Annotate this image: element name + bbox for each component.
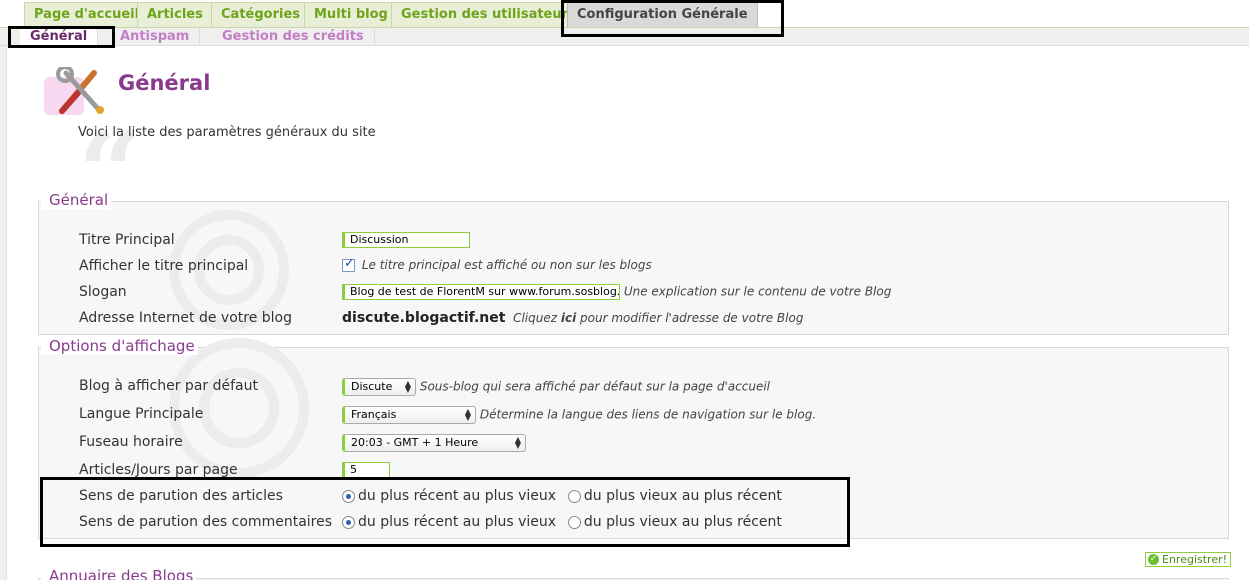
subtab-antispam[interactable]: Antispam [110, 28, 201, 46]
blog-defaut-value: Discute [351, 380, 393, 393]
label-adresse-blog: Adresse Internet de votre blog [79, 310, 293, 326]
checkmark-icon: ✓ [1148, 554, 1159, 565]
slogan-wrap: Blog de test de FlorentM sur www.forum.s… [342, 284, 891, 300]
sens-commentaires-vieux-label: du plus vieux au plus récent [583, 514, 782, 530]
url-edit-link[interactable]: ici [561, 311, 576, 325]
titre-principal-field-wrap: Discussion [342, 232, 470, 248]
fuseau-wrap: 20:03 - GMT + 1 Heure ▲ ▼ [342, 434, 526, 452]
sens-articles-recent-radio[interactable] [342, 489, 355, 503]
label-sens-articles: Sens de parution des articles [79, 488, 283, 504]
blog-defaut-hint: Sous-blog qui sera affiché par défaut su… [419, 379, 770, 394]
sens-commentaires-recent-label: du plus récent au plus vieux [358, 514, 557, 530]
page-title: Général [118, 71, 211, 95]
blog-defaut-wrap: Discute ▲ ▼ Sous-blog qui sera affiché par… [342, 378, 770, 396]
url-hint-before: Cliquez [513, 311, 558, 325]
tab-categories[interactable]: Catégories [211, 2, 311, 27]
slogan-hint: Une explication sur le contenu de votre … [623, 284, 892, 299]
articles-par-page-wrap: 5 [342, 462, 390, 478]
save-button-label: Enregistrer! [1162, 553, 1228, 566]
tab-gestion-utilisateurs[interactable]: Gestion des utilisateurs [391, 2, 586, 27]
label-articles-par-page: Articles/Jours par page [79, 462, 238, 478]
select-arrows-icon: ▲ ▼ [514, 435, 522, 450]
legend-options-affichage: Options d'affichage [41, 337, 198, 355]
left-gutter [0, 46, 7, 580]
fuseau-select[interactable]: 20:03 - GMT + 1 Heure ▲ ▼ [342, 434, 526, 452]
subtab-gestion-credits[interactable]: Gestion des crédits [212, 28, 375, 46]
langue-hint: Détermine la langue des liens de navigat… [479, 407, 817, 422]
langue-select[interactable]: Français ▲ ▼ [342, 406, 476, 424]
label-langue: Langue Principale [79, 406, 204, 422]
blog-url: discute.blogactif.net [342, 310, 506, 326]
sub-tab-bar: Général Antispam Gestion des crédits [0, 28, 1249, 46]
select-arrows-icon: ▲ ▼ [404, 379, 412, 394]
sens-commentaires-vieux-radio[interactable] [567, 515, 581, 529]
tab-configuration-generale[interactable]: Configuration Générale [567, 2, 758, 29]
titre-principal-input[interactable]: Discussion [342, 232, 470, 248]
sens-articles-wrap: du plus récent au plus vieux du plus vie… [342, 488, 790, 504]
sens-articles-vieux-radio[interactable] [567, 489, 581, 503]
langue-value: Français [351, 408, 397, 421]
legend-annuaire: Annuaire des Blogs [41, 567, 197, 580]
url-hint-after: pour modifier l'adresse de votre Blog [580, 311, 804, 325]
sens-commentaires-recent-radio[interactable] [342, 515, 355, 529]
sens-commentaires-wrap: du plus récent au plus vieux du plus vie… [342, 514, 790, 530]
page-description: Voici la liste des paramètres généraux d… [78, 125, 376, 140]
fuseau-value: 20:03 - GMT + 1 Heure [351, 436, 479, 449]
sens-articles-vieux-label: du plus vieux au plus récent [583, 488, 782, 504]
label-afficher-titre: Afficher le titre principal [79, 258, 249, 274]
subtab-general[interactable]: Général [20, 28, 99, 46]
label-fuseau: Fuseau horaire [79, 434, 183, 450]
label-sens-commentaires: Sens de parution des commentaires [79, 514, 333, 530]
blog-defaut-select[interactable]: Discute ▲ ▼ [342, 378, 416, 396]
label-titre-principal: Titre Principal [79, 232, 175, 248]
adresse-blog-wrap: discute.blogactif.net Cliquez ici pour m… [342, 310, 803, 326]
tab-articles[interactable]: Articles [137, 2, 213, 27]
afficher-titre-checkbox[interactable] [342, 256, 355, 272]
label-blog-defaut: Blog à afficher par défaut [79, 378, 258, 394]
legend-general: Général [41, 191, 112, 209]
fieldset-options-affichage [38, 338, 1229, 539]
save-button[interactable]: ✓ Enregistrer! [1145, 552, 1232, 567]
tab-multi-blog[interactable]: Multi blog [304, 2, 398, 27]
label-slogan: Slogan [79, 284, 127, 300]
slogan-input[interactable]: Blog de test de FlorentM sur www.forum.s… [342, 284, 620, 300]
langue-wrap: Français ▲ ▼ Détermine la langue des liens… [342, 406, 816, 424]
afficher-titre-hint: Le titre principal est affiché ou non su… [361, 258, 652, 272]
select-arrows-icon: ▲ ▼ [464, 407, 472, 422]
sens-articles-recent-label: du plus récent au plus vieux [358, 488, 557, 504]
afficher-titre-wrap: Le titre principal est affiché ou non su… [342, 256, 652, 272]
articles-par-page-input[interactable]: 5 [342, 462, 390, 478]
main-tab-bar: Page d'accueil Articles Catégories Multi… [0, 0, 1249, 29]
tab-page-accueil[interactable]: Page d'accueil [24, 2, 150, 27]
